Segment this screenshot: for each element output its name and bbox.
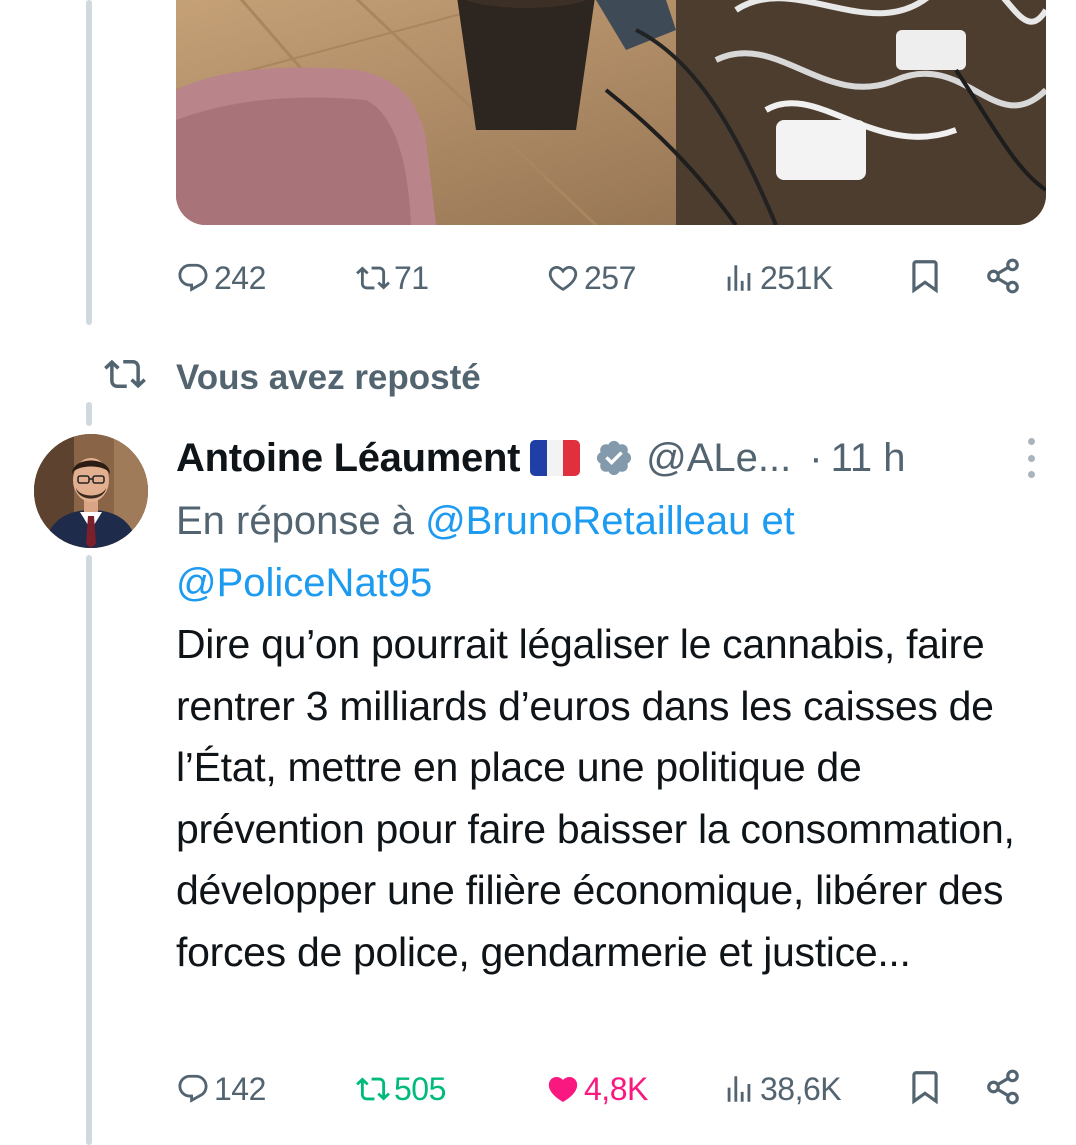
thread-connector-bottom: [86, 555, 92, 1145]
share-icon: [984, 1068, 1022, 1111]
like-button[interactable]: 4,8K: [546, 1066, 648, 1112]
like-button[interactable]: 257: [546, 255, 636, 301]
reply-button[interactable]: 242: [176, 255, 266, 301]
french-flag-icon: [530, 440, 581, 476]
reply-button[interactable]: 142: [176, 1066, 266, 1112]
tweet-media-image[interactable]: [176, 0, 1046, 225]
bar-chart-icon: [722, 261, 756, 295]
views-button[interactable]: 38,6K: [722, 1066, 842, 1112]
repost-count: 71: [394, 259, 429, 296]
repost-arrows-icon: [356, 261, 390, 295]
reply-count: 242: [214, 259, 266, 296]
more-vertical-icon[interactable]: [1026, 438, 1036, 478]
repost-count: 505: [394, 1070, 446, 1107]
speech-bubble-icon: [176, 261, 210, 295]
like-count: 4,8K: [584, 1070, 648, 1107]
bookmark-icon: [906, 257, 944, 300]
avatar[interactable]: [34, 434, 148, 548]
reply-prefix: En réponse à: [176, 499, 414, 543]
repost-button[interactable]: 71: [356, 255, 429, 301]
repost-banner-label: Vous avez reposté: [176, 358, 481, 397]
tweet-timestamp[interactable]: 11 h: [831, 436, 906, 481]
verified-badge-icon: [594, 438, 634, 478]
reply-context: En réponse à @BrunoRetailleau et @Police…: [176, 490, 1056, 614]
author-name[interactable]: Antoine Léaument: [176, 436, 520, 481]
bookmark-button[interactable]: [906, 1066, 944, 1112]
heart-icon: [546, 1072, 580, 1106]
tweet-header: Antoine Léaument @ALe... · 11 h: [176, 432, 1056, 484]
bar-chart-icon: [722, 1072, 756, 1106]
repost-banner: Vous avez reposté: [104, 356, 481, 400]
media-photo: [176, 0, 1046, 225]
reply-count: 142: [214, 1070, 266, 1107]
tweet-action-bar: 142 505 4,8K 38,6K: [176, 1066, 1046, 1112]
like-count: 257: [584, 259, 636, 296]
author-handle[interactable]: @ALe...: [646, 436, 791, 481]
repost-arrows-icon: [104, 353, 146, 404]
speech-bubble-icon: [176, 1072, 210, 1106]
reply-mention-link[interactable]: @PoliceNat95: [176, 561, 432, 605]
bookmark-button[interactable]: [906, 255, 944, 301]
share-button[interactable]: [984, 255, 1022, 301]
separator-dot: ·: [809, 435, 823, 480]
tweet-text[interactable]: Dire qu’on pourrait légaliser le cannabi…: [176, 614, 1056, 983]
thread-connector-mid: [86, 402, 92, 426]
views-count: 38,6K: [760, 1070, 842, 1107]
thread-connector-top: [86, 0, 92, 325]
share-button[interactable]: [984, 1066, 1022, 1112]
top-tweet-action-bar: 242 71 257 251K: [176, 255, 1046, 301]
reply-mention-link[interactable]: @BrunoRetailleau: [425, 499, 750, 543]
views-button[interactable]: 251K: [722, 255, 833, 301]
repost-arrows-icon: [356, 1072, 390, 1106]
repost-button[interactable]: 505: [356, 1066, 446, 1112]
reply-conjunction[interactable]: et: [761, 499, 794, 543]
views-count: 251K: [760, 259, 833, 296]
bookmark-icon: [906, 1068, 944, 1111]
share-icon: [984, 257, 1022, 300]
heart-icon: [546, 261, 580, 295]
avatar-photo: [34, 434, 148, 548]
